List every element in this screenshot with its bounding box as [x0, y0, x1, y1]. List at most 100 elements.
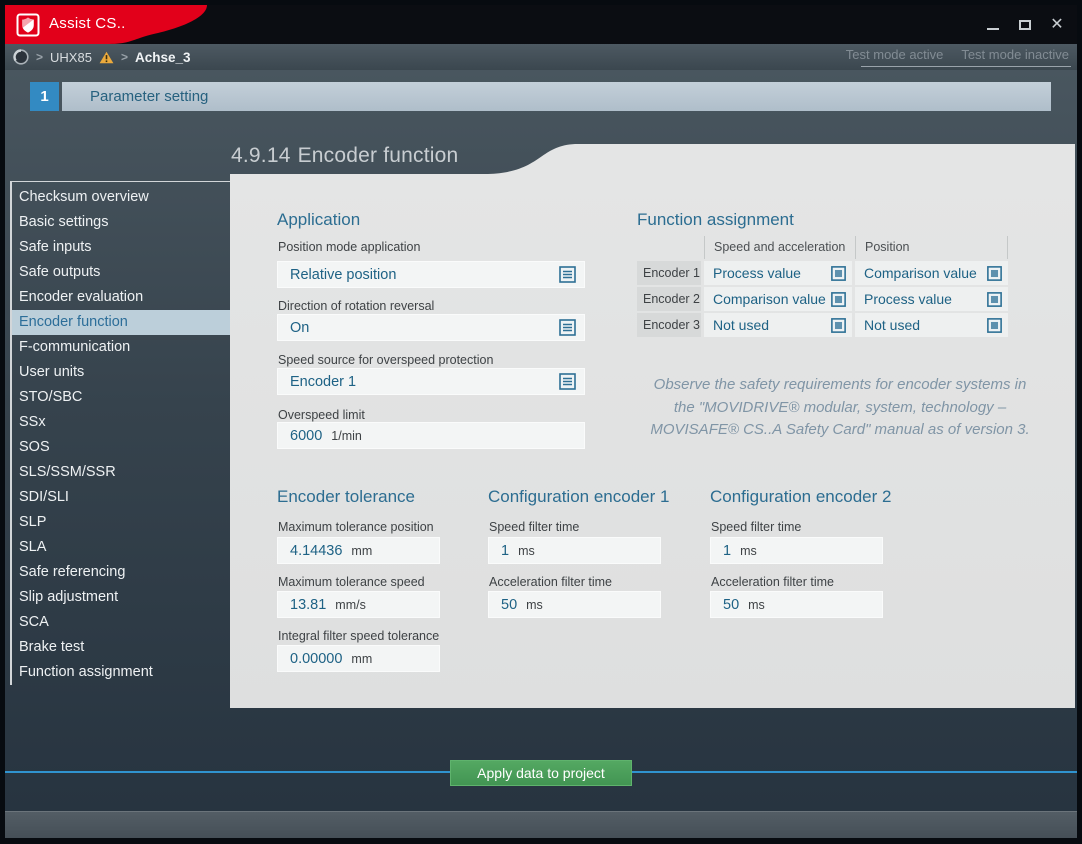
field-value: On — [290, 320, 309, 336]
apply-data-button[interactable]: Apply data to project — [450, 760, 632, 786]
sidebar-item-brake-test[interactable]: Brake test — [12, 635, 230, 660]
encoder1-speed-filter-time-input[interactable]: 1 ms — [488, 537, 661, 564]
dropdown-list-icon[interactable] — [559, 319, 576, 336]
title-bar: Assist CS.. ✕ — [5, 5, 1077, 44]
field-value: 6000 — [290, 428, 322, 444]
status-bar — [5, 811, 1077, 838]
max-tolerance-speed-input[interactable]: 13.81 mm/s — [277, 591, 440, 618]
sidebar-item-sto-sbc[interactable]: STO/SBC — [12, 385, 230, 410]
sidebar-item-function-assignment[interactable]: Function assignment — [12, 660, 230, 685]
dropdown-list-icon[interactable] — [831, 266, 846, 281]
close-icon[interactable]: ✕ — [1049, 17, 1065, 33]
dropdown-list-icon[interactable] — [987, 292, 1002, 307]
dropdown-list-icon[interactable] — [987, 318, 1002, 333]
test-mode-active-button[interactable]: Test mode active — [846, 47, 944, 62]
table-header-position: Position — [855, 236, 1008, 259]
encoder3-position-dropdown[interactable]: Not used — [855, 313, 1008, 337]
maximize-icon[interactable] — [1017, 17, 1033, 33]
field-value: 50 — [501, 597, 517, 613]
field-label: Direction of rotation reversal — [278, 299, 434, 313]
app-title: Assist CS.. — [49, 15, 126, 32]
field-label: Integral filter speed tolerance — [278, 629, 439, 643]
dropdown-list-icon[interactable] — [987, 266, 1002, 281]
field-unit: ms — [526, 598, 543, 612]
sidebar-item-sdi-sli[interactable]: SDI/SLI — [12, 485, 230, 510]
sidebar-item-safe-inputs[interactable]: Safe inputs — [12, 235, 230, 260]
table-row-label: Encoder 1 — [637, 261, 701, 285]
dropdown-list-icon[interactable] — [831, 318, 846, 333]
field-label: Overspeed limit — [278, 408, 365, 422]
sidebar-item-sos[interactable]: SOS — [12, 435, 230, 460]
window-controls: ✕ — [985, 5, 1065, 44]
breadcrumb: > UHX85 > Achse_3 — [13, 44, 191, 70]
field-unit: 1/min — [331, 429, 362, 443]
sidebar-item-f-communication[interactable]: F-communication — [12, 335, 230, 360]
sidebar-item-checksum-overview[interactable]: Checksum overview — [12, 185, 230, 210]
encoder-tolerance-heading: Encoder tolerance — [277, 487, 415, 507]
step-bar: Parameter setting — [62, 82, 1051, 111]
sidebar-item-slip-adjustment[interactable]: Slip adjustment — [12, 585, 230, 610]
test-mode-inactive-button[interactable]: Test mode inactive — [961, 47, 1069, 62]
encoder3-speed-dropdown[interactable]: Not used — [704, 313, 852, 337]
encoder1-position-dropdown[interactable]: Comparison value — [855, 261, 1008, 285]
encoder1-speed-dropdown[interactable]: Process value — [704, 261, 852, 285]
field-unit: mm/s — [335, 598, 366, 612]
table-header-blank — [637, 236, 701, 259]
step-label: Parameter setting — [90, 88, 208, 105]
cell-value: Not used — [713, 317, 769, 333]
encoder1-acceleration-filter-time-input[interactable]: 50 ms — [488, 591, 661, 618]
encoder2-position-dropdown[interactable]: Process value — [855, 287, 1008, 311]
config-encoder1-heading: Configuration encoder 1 — [488, 487, 669, 507]
sidebar-item-sca[interactable]: SCA — [12, 610, 230, 635]
sidebar-item-basic-settings[interactable]: Basic settings — [12, 210, 230, 235]
sidebar-item-slp[interactable]: SLP — [12, 510, 230, 535]
sidebar-item-user-units[interactable]: User units — [12, 360, 230, 385]
field-value: 13.81 — [290, 597, 326, 613]
speed-source-dropdown[interactable]: Encoder 1 — [277, 368, 585, 395]
integral-filter-speed-tolerance-input[interactable]: 0.00000 mm — [277, 645, 440, 672]
dropdown-list-icon[interactable] — [559, 373, 576, 390]
position-mode-application-dropdown[interactable]: Relative position — [277, 261, 585, 288]
overspeed-limit-input[interactable]: 6000 1/min — [277, 422, 585, 449]
field-label: Speed filter time — [489, 520, 579, 534]
field-unit: ms — [518, 544, 535, 558]
sidebar-item-sls-ssm-ssr[interactable]: SLS/SSM/SSR — [12, 460, 230, 485]
field-label: Speed filter time — [711, 520, 801, 534]
encoder2-acceleration-filter-time-input[interactable]: 50 ms — [710, 591, 883, 618]
field-value: 50 — [723, 597, 739, 613]
encoder2-speed-filter-time-input[interactable]: 1 ms — [710, 537, 883, 564]
dropdown-list-icon[interactable] — [559, 266, 576, 283]
field-label: Position mode application — [278, 240, 420, 254]
field-unit: ms — [748, 598, 765, 612]
globe-icon[interactable] — [13, 49, 29, 65]
cell-value: Process value — [864, 291, 952, 307]
warning-icon — [99, 51, 114, 64]
field-label: Maximum tolerance speed — [278, 575, 425, 589]
breadcrumb-axis[interactable]: Achse_3 — [135, 50, 191, 65]
field-value: 4.14436 — [290, 543, 342, 559]
sidebar-item-encoder-function[interactable]: Encoder function — [12, 310, 230, 335]
test-mode-underline — [861, 66, 1071, 67]
sidebar-item-encoder-evaluation[interactable]: Encoder evaluation — [12, 285, 230, 310]
breadcrumb-device[interactable]: UHX85 — [50, 50, 92, 65]
direction-of-rotation-dropdown[interactable]: On — [277, 314, 585, 341]
sidebar-item-ssx[interactable]: SSx — [12, 410, 230, 435]
sidebar-item-safe-outputs[interactable]: Safe outputs — [12, 260, 230, 285]
cell-value: Not used — [864, 317, 920, 333]
application-heading: Application — [277, 210, 360, 230]
max-tolerance-position-input[interactable]: 4.14436 mm — [277, 537, 440, 564]
table-row-label: Encoder 3 — [637, 313, 701, 337]
breadcrumb-separator: > — [121, 50, 128, 64]
safety-note: Observe the safety requirements for enco… — [645, 374, 1035, 442]
encoder2-speed-dropdown[interactable]: Comparison value — [704, 287, 852, 311]
minimize-icon[interactable] — [985, 17, 1001, 33]
sidebar-item-sla[interactable]: SLA — [12, 535, 230, 560]
sidebar-item-safe-referencing[interactable]: Safe referencing — [12, 560, 230, 585]
field-label: Maximum tolerance position — [278, 520, 434, 534]
field-value: 0.00000 — [290, 651, 342, 667]
field-value: 1 — [501, 543, 509, 559]
field-unit: mm — [351, 544, 372, 558]
dropdown-list-icon[interactable] — [831, 292, 846, 307]
field-value: Relative position — [290, 267, 396, 283]
field-label: Acceleration filter time — [489, 575, 612, 589]
